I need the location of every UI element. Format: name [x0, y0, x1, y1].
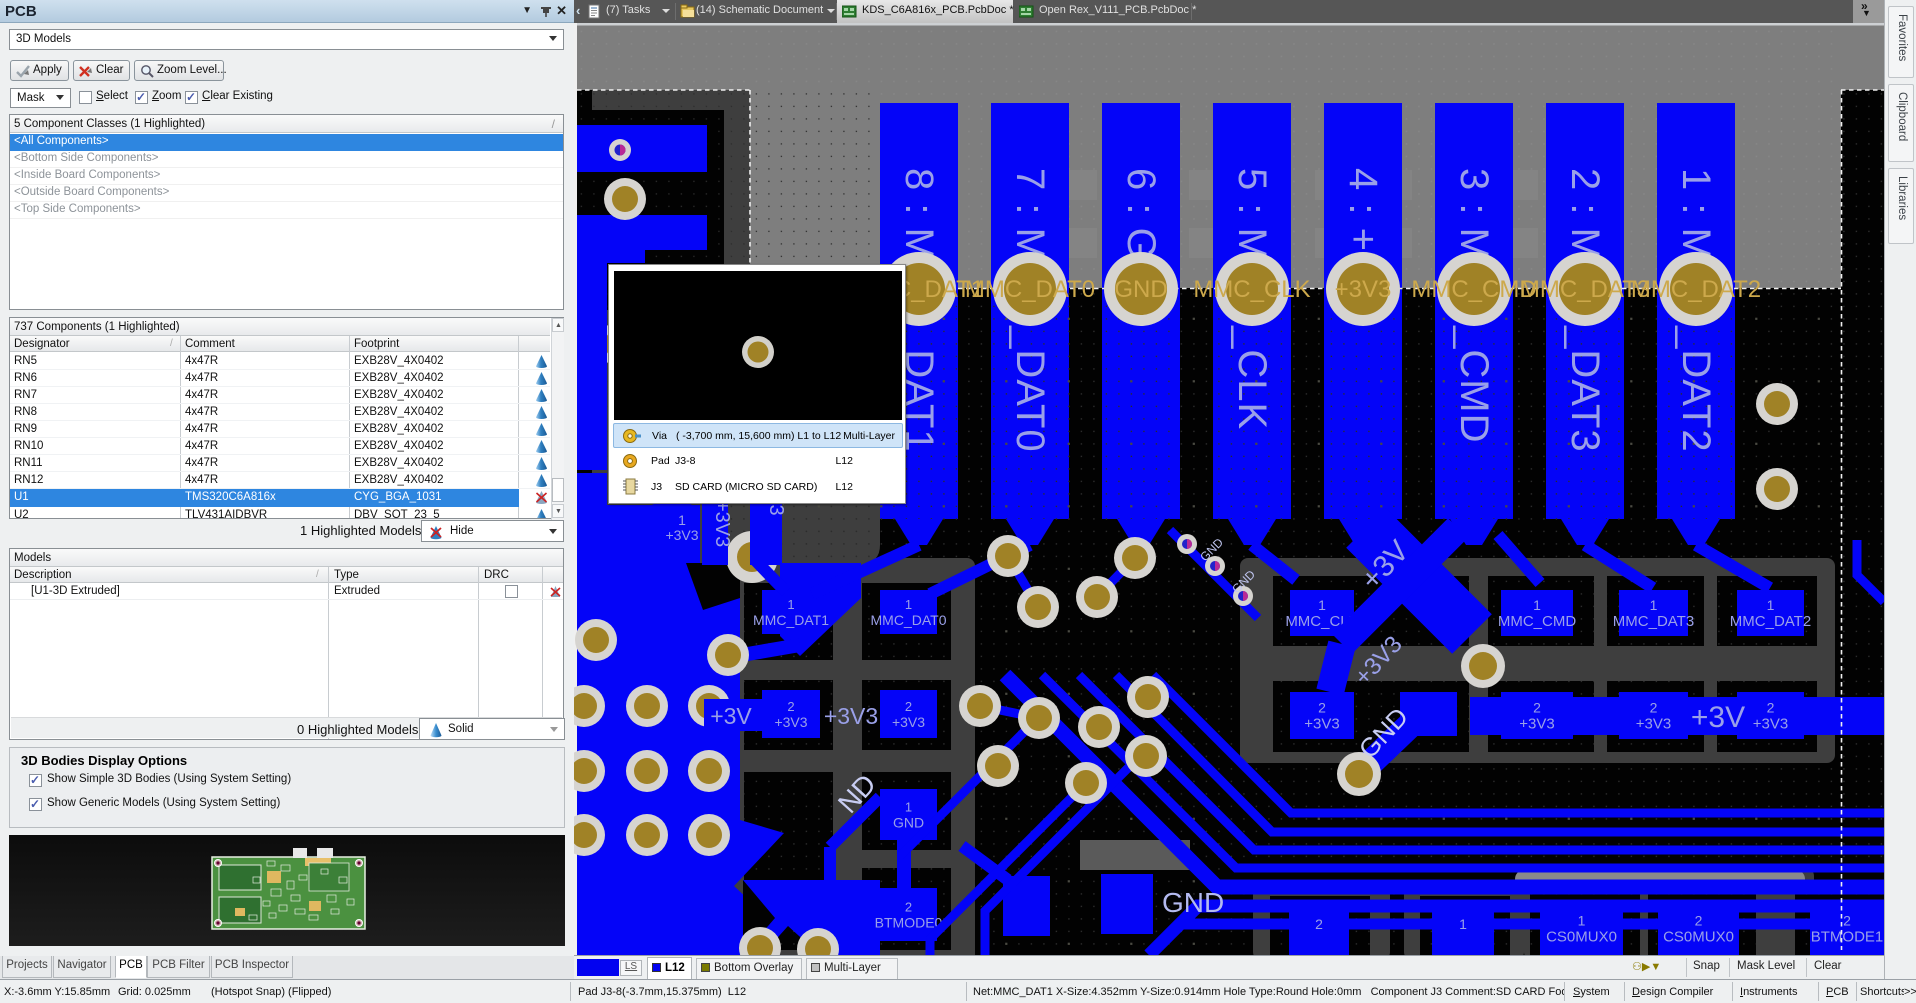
svg-text:+3V3: +3V3 — [1519, 716, 1554, 733]
svg-text:+3V3: +3V3 — [892, 714, 925, 730]
svg-text:GND: GND — [1162, 887, 1224, 918]
svg-text:1: 1 — [905, 597, 912, 612]
svg-text:MMC_DAT2: MMC_DAT2 — [1730, 613, 1811, 630]
svg-text:+3V: +3V — [710, 703, 752, 729]
svg-text:2: 2 — [905, 699, 912, 714]
svg-text:2: 2 — [905, 900, 912, 915]
svg-text:MMC_DAT2: MMC_DAT2 — [1631, 276, 1761, 303]
svg-text:2: 2 — [787, 699, 794, 714]
svg-text:1: 1 — [905, 800, 912, 815]
svg-text:1: 1 — [1459, 916, 1467, 932]
svg-text:2: 2 — [1650, 700, 1658, 716]
svg-text:1: 1 — [1650, 597, 1658, 613]
svg-text:2: 2 — [1315, 916, 1323, 932]
svg-text:+3V3: +3V3 — [1753, 716, 1788, 733]
svg-text:GND: GND — [893, 815, 924, 831]
svg-text:1: 1 — [787, 597, 794, 612]
svg-text:MMC_DAT0: MMC_DAT0 — [871, 612, 947, 628]
svg-text:+3V3: +3V3 — [1636, 716, 1671, 733]
svg-text:GND: GND — [1114, 276, 1167, 303]
svg-text:1: 1 — [1318, 597, 1326, 613]
svg-text:1: 1 — [1767, 597, 1775, 613]
svg-text:MMC_CMD: MMC_CMD — [1498, 613, 1576, 630]
svg-text:2: 2 — [1695, 913, 1703, 929]
svg-text:CS0MUX0: CS0MUX0 — [1546, 929, 1617, 946]
svg-text:+3V3: +3V3 — [1304, 716, 1339, 733]
svg-text:+3V3: +3V3 — [824, 703, 878, 729]
svg-text:MMC_DAT1: MMC_DAT1 — [753, 612, 829, 628]
svg-text:MMC_CMD: MMC_CMD — [1411, 276, 1536, 303]
svg-text:MMC_CLK: MMC_CLK — [1193, 276, 1310, 303]
svg-text:+3V3: +3V3 — [711, 500, 733, 547]
svg-text:MMC_DAT3: MMC_DAT3 — [1613, 613, 1694, 630]
svg-text:2: 2 — [1533, 700, 1541, 716]
svg-text:2: 2 — [1318, 700, 1326, 716]
svg-text:2: 2 — [1767, 700, 1775, 716]
svg-text:+3V3: +3V3 — [774, 714, 807, 730]
svg-text:CS0MUX0: CS0MUX0 — [1663, 929, 1734, 946]
svg-text:+3V3: +3V3 — [665, 527, 698, 543]
svg-text:BTMODE0: BTMODE0 — [875, 915, 943, 931]
svg-text:+3V: +3V — [1691, 701, 1745, 734]
svg-text:1: 1 — [1533, 597, 1541, 613]
svg-text:1: 1 — [678, 512, 686, 528]
svg-text:1: 1 — [1578, 913, 1586, 929]
svg-text:2: 2 — [1843, 913, 1851, 929]
svg-text:MMC_DAT0: MMC_DAT0 — [965, 276, 1095, 303]
svg-text:BTMODE1: BTMODE1 — [1811, 929, 1884, 946]
svg-text:+3V3: +3V3 — [1335, 276, 1392, 303]
